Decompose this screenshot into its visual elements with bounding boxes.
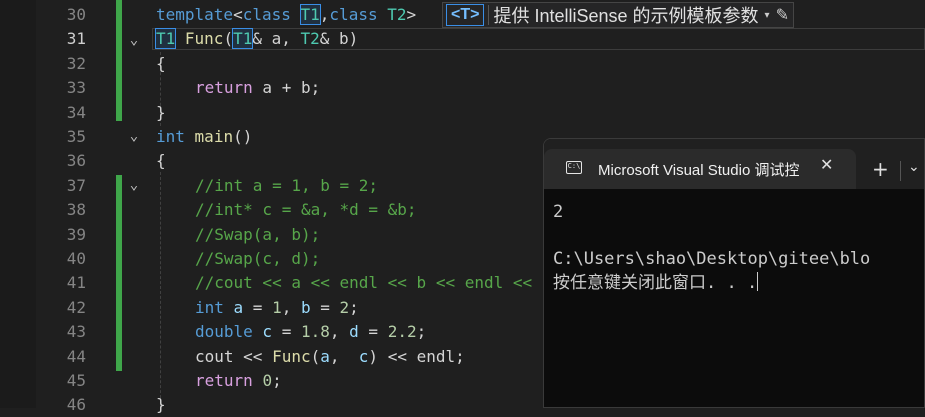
intellisense-template-hint[interactable]: <T> 提供 IntelliSense 的示例模板参数 ▾ ✎ (442, 2, 794, 28)
chevron-down-icon[interactable]: ⌄ (908, 159, 920, 175)
code-text: int a = 1, b = 2; (195, 298, 359, 317)
titlebar-divider (900, 161, 901, 181)
code-text: double c = 1.8, d = 2.2; (195, 322, 427, 341)
new-tab-plus-icon[interactable]: + (872, 157, 889, 181)
console-output-line: C:\Users\shao\Desktop\gitee\blo (553, 249, 871, 269)
line-number: 35 (66, 127, 86, 146)
line-number: 41 (66, 273, 86, 292)
line-number: 32 (66, 54, 86, 73)
line-number: 38 (66, 200, 86, 219)
code-text: //cout << a << endl << b << endl << (195, 273, 533, 292)
console-tab[interactable]: C:\ Microsoft Visual Studio 调试控 ✕ (544, 149, 856, 189)
line-number: 44 (66, 347, 86, 366)
code-line: 31 T1 Func(T1& a, T2& b) (36, 27, 925, 51)
dropdown-arrow-icon[interactable]: ▾ (765, 10, 770, 21)
line-number: 43 (66, 322, 86, 341)
code-text: //int a = 1, b = 2; (195, 176, 379, 195)
code-line: 32 { (36, 52, 925, 76)
left-margin-strip (0, 0, 36, 408)
text-cursor (757, 271, 759, 291)
line-number: 42 (66, 298, 86, 317)
line-number: 45 (66, 371, 86, 390)
terminal-icon: C:\ (566, 161, 582, 174)
line-number: 33 (66, 78, 86, 97)
code-text: { (156, 151, 166, 170)
hint-text: 提供 IntelliSense 的示例模板参数 (493, 6, 759, 26)
line-number: 40 (66, 249, 86, 268)
code-text: } (156, 103, 166, 122)
code-text: //Swap(c, d); (195, 249, 321, 268)
code-text: return a + b; (195, 78, 321, 97)
console-output-line: 2 (553, 202, 564, 222)
code-text: return 0; (195, 371, 282, 390)
console-prompt-text: 按任意键关闭此窗口. . . (553, 272, 758, 293)
line-number: 46 (66, 395, 86, 414)
code-text: int main() (156, 127, 253, 146)
line-number: 39 (66, 225, 86, 244)
line-number: 36 (66, 151, 86, 170)
code-text: } (156, 395, 166, 414)
debug-console-window[interactable]: C:\ Microsoft Visual Studio 调试控 ✕ + ⌄ 2 C… (543, 138, 925, 408)
console-tab-title: Microsoft Visual Studio 调试控 (598, 162, 800, 179)
console-titlebar: C:\ Microsoft Visual Studio 调试控 ✕ + ⌄ (544, 139, 924, 189)
code-text: //int* c = &a, *d = &b; (195, 200, 417, 219)
line-number: 34 (66, 103, 86, 122)
code-text: //Swap(a, b); (195, 225, 321, 244)
code-line: 33 return a + b; (36, 76, 925, 100)
code-text: cout << Func(a, c) << endl; (195, 347, 465, 366)
line-number: 31 (66, 29, 86, 48)
line-number: 37 (66, 176, 86, 195)
code-text: { (156, 54, 166, 73)
console-output[interactable]: 2 C:\Users\shao\Desktop\gitee\blo 按任意键关闭此窗… (553, 201, 924, 296)
console-output-line: 按任意键关闭此窗口. . . (553, 271, 924, 296)
close-icon[interactable]: ✕ (820, 155, 833, 174)
code-text: T1 Func(T1& a, T2& b) (154, 28, 359, 49)
code-text: template<class T1,class T2> (156, 4, 417, 25)
hint-divider (488, 5, 490, 25)
code-line: 34 } (36, 101, 925, 125)
template-param-icon: <T> (446, 4, 485, 26)
line-number: 30 (66, 5, 86, 24)
edit-pencil-icon[interactable]: ✎ (776, 5, 789, 25)
